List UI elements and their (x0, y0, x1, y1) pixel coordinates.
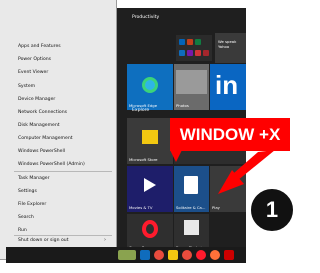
callout-label: WINDOW +X (170, 118, 290, 151)
chevron-right-icon: › (104, 237, 106, 243)
menu-item-network-connections[interactable]: Network Connections (18, 110, 67, 115)
weather-line2: Yahoo (218, 44, 230, 49)
menu-item-settings[interactable]: Settings (18, 189, 37, 194)
solitaire-tile[interactable]: Solitaire & Ca... (174, 166, 209, 212)
linkedin-tile[interactable]: in (210, 64, 246, 110)
menu-item-windows-powershell[interactable]: Windows PowerShell (18, 149, 65, 154)
taskbar (6, 247, 246, 263)
play-tile[interactable]: Play (210, 166, 246, 212)
opera-icon (142, 220, 158, 238)
menu-item-computer-management[interactable]: Computer Management (18, 136, 73, 141)
store-tile[interactable]: Microsoft Store (127, 118, 173, 164)
menu-separator (14, 235, 112, 236)
edge-icon (142, 77, 158, 93)
screenshot-frame: Recently added WPS Office Configuration … (0, 0, 313, 273)
linkedin-logo-icon: in (215, 70, 239, 100)
store-tile-label: Microsoft Store (129, 157, 158, 162)
taskbar-app-icon[interactable] (224, 250, 234, 260)
menu-item-shutdown[interactable]: Shut down or sign out (18, 238, 69, 243)
office-tile-group[interactable] (176, 35, 212, 61)
menu-item-event-viewer[interactable]: Event Viewer (18, 70, 48, 75)
movies-tile[interactable]: Movies & TV (127, 166, 173, 212)
menu-item-device-manager[interactable]: Device Manager (18, 97, 55, 102)
photos-tile-label: Photos (176, 103, 189, 108)
menu-item-power-options[interactable]: Power Options (18, 57, 51, 62)
menu-item-windows-powershell-admin[interactable]: Windows PowerShell (Admin) (18, 162, 85, 167)
explore-heading: Explore (132, 108, 150, 113)
taskbar-chrome-icon[interactable] (182, 250, 192, 260)
taskbar-edge-icon[interactable] (140, 250, 150, 260)
productivity-heading: Productivity (132, 15, 160, 20)
menu-separator (14, 171, 112, 172)
menu-item-disk-management[interactable]: Disk Management (18, 123, 60, 128)
menu-item-apps-and-features[interactable]: Apps and Features (18, 44, 61, 49)
menu-item-search[interactable]: Search (18, 215, 34, 220)
access-icon (203, 50, 209, 56)
taskbar-thumbnail-icon[interactable] (118, 250, 136, 260)
play-tile-label: Play (212, 205, 220, 210)
step-marker: 1 (248, 186, 296, 234)
word-icon (179, 39, 185, 45)
menu-item-file-explorer[interactable]: File Explorer (18, 202, 46, 207)
store-bag-icon (142, 130, 158, 144)
onenote-icon (187, 50, 193, 56)
menu-item-run[interactable]: Run (18, 228, 27, 233)
taskbar-opera-icon[interactable] (196, 250, 206, 260)
photo-thumbnail-icon (176, 70, 207, 94)
taskbar-firefox-icon[interactable] (210, 250, 220, 260)
weather-tile[interactable]: We speak Yahoo (215, 33, 246, 63)
cards-icon (184, 176, 198, 194)
excel-icon (195, 39, 201, 45)
taskbar-explorer-icon[interactable] (168, 250, 178, 260)
movies-tile-label: Movies & TV (129, 205, 153, 210)
outlook-icon (179, 50, 185, 56)
solitaire-tile-label: Solitaire & Ca... (176, 205, 206, 210)
powerpoint-icon (187, 39, 193, 45)
photos-tile[interactable]: Photos (174, 64, 209, 110)
onedrive-icon (195, 50, 201, 56)
menu-item-task-manager[interactable]: Task Manager (18, 176, 50, 181)
edge-tile[interactable]: Microsoft Edge (127, 64, 173, 110)
winx-menu: Apps and Features Power Options Event Vi… (0, 0, 117, 260)
play-triangle-icon (144, 178, 156, 192)
menu-item-system[interactable]: System (18, 84, 35, 89)
epson-icon (184, 220, 199, 235)
taskbar-chrome-icon[interactable] (154, 250, 164, 260)
